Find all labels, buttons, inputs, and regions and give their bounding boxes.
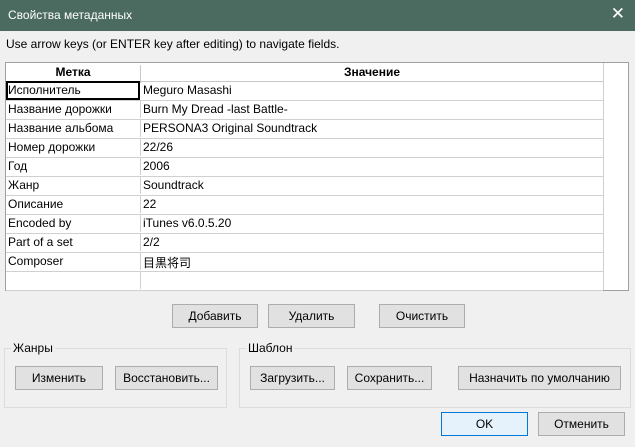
label-text: Название дорожки xyxy=(8,102,112,116)
value-cell[interactable]: 2006 xyxy=(143,159,170,173)
table-row[interactable]: Название дорожки Burn My Dread -last Batt… xyxy=(6,100,603,120)
restore-genres-button[interactable]: Восстановить... xyxy=(115,366,218,390)
label-text: Номер дорожки xyxy=(8,140,96,154)
column-header-label[interactable]: Метка xyxy=(6,65,140,79)
edit-genres-button[interactable]: Изменить xyxy=(15,366,103,390)
table-row[interactable]: Жанр Soundtrack xyxy=(6,176,603,196)
clear-button[interactable]: Очистить xyxy=(379,304,465,328)
hint-text: Use arrow keys (or ENTER key after editi… xyxy=(6,37,340,51)
table-row[interactable]: Год 2006 xyxy=(6,157,603,177)
table-row[interactable]: Название альбома PERSONA3 Original Soundt… xyxy=(6,119,603,139)
empty-row[interactable] xyxy=(6,271,603,291)
label-text: Жанр xyxy=(8,178,40,192)
label-text: Part of a set xyxy=(8,235,73,249)
template-group: Шаблон Загрузить... Сохранить... Назначи… xyxy=(239,341,631,408)
value-cell[interactable]: 2/2 xyxy=(143,235,160,249)
label-text: Encoded by xyxy=(8,216,72,230)
close-icon[interactable]: ✕ xyxy=(611,4,625,24)
window-title: Свойства метаданных xyxy=(8,8,133,22)
value-cell[interactable]: PERSONA3 Original Soundtrack xyxy=(143,121,317,135)
template-group-title: Шаблон xyxy=(246,341,295,355)
load-template-button[interactable]: Загрузить... xyxy=(250,366,335,390)
save-template-button[interactable]: Сохранить... xyxy=(347,366,432,390)
table-header: Метка Значение xyxy=(6,63,603,83)
table-row[interactable]: Encoded by iTunes v6.0.5.20 xyxy=(6,214,603,234)
value-cell[interactable]: Meguro Masashi xyxy=(143,83,232,97)
metadata-table: Метка Значение Исполнитель Meguro Masashi… xyxy=(5,62,629,291)
label-cell[interactable] xyxy=(6,271,141,289)
set-default-button[interactable]: Назначить по умолчанию xyxy=(458,366,621,390)
genres-group-title: Жанры xyxy=(11,341,55,355)
table-row[interactable]: Номер дорожки 22/26 xyxy=(6,138,603,158)
label-text: Год xyxy=(8,159,28,173)
value-cell[interactable]: 22 xyxy=(143,197,156,211)
table-row[interactable]: Composer 目黒将司 xyxy=(6,252,603,272)
value-cell[interactable]: Soundtrack xyxy=(143,178,204,192)
add-button[interactable]: Добавить xyxy=(172,304,258,328)
delete-button[interactable]: Удалить xyxy=(268,304,355,328)
table-row[interactable]: Описание 22 xyxy=(6,195,603,215)
ok-button[interactable]: OK xyxy=(441,412,528,436)
value-cell[interactable]: 22/26 xyxy=(143,140,173,154)
title-bar: Свойства метаданных ✕ xyxy=(0,0,635,31)
cancel-button[interactable]: Отменить xyxy=(538,412,625,436)
label-text: Название альбома xyxy=(8,121,114,135)
label-text: Исполнитель xyxy=(8,83,81,97)
value-cell[interactable]: 目黒将司 xyxy=(143,254,191,271)
table-row[interactable]: Исполнитель Meguro Masashi xyxy=(6,81,603,101)
table-right-border xyxy=(603,63,604,290)
table-row[interactable]: Part of a set 2/2 xyxy=(6,233,603,253)
column-header-value[interactable]: Значение xyxy=(141,65,603,79)
genres-group: Жанры Изменить Восстановить... xyxy=(4,341,227,408)
value-cell[interactable]: Burn My Dread -last Battle- xyxy=(143,102,288,116)
value-cell[interactable]: iTunes v6.0.5.20 xyxy=(143,216,231,230)
label-text: Описание xyxy=(8,197,64,211)
label-text: Composer xyxy=(8,254,64,268)
